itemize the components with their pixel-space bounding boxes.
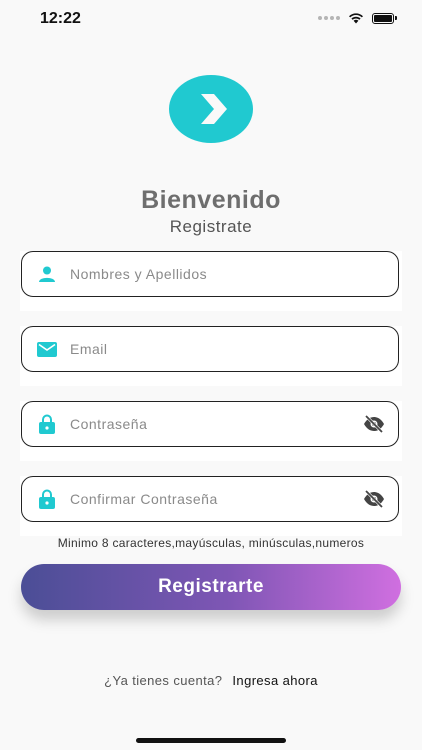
login-question: ¿Ya tienes cuenta? xyxy=(104,673,223,688)
name-field-container: Nombres y Apellidos xyxy=(20,251,402,311)
confirm-password-field-container: Confirmar Contraseña xyxy=(20,476,402,536)
password-field-container: Contraseña xyxy=(20,401,402,461)
email-input[interactable]: Email xyxy=(21,326,399,372)
login-link[interactable]: Ingresa ahora xyxy=(232,673,317,688)
register-button[interactable]: Registrarte xyxy=(21,564,401,610)
lock-icon xyxy=(36,488,58,510)
eye-off-icon[interactable] xyxy=(362,487,386,511)
full-name-placeholder: Nombres y Apellidos xyxy=(70,266,208,282)
wifi-icon xyxy=(349,13,363,24)
password-placeholder: Contraseña xyxy=(70,416,148,432)
confirm-password-input[interactable]: Confirmar Contraseña xyxy=(21,476,399,522)
page-subtitle: Registrate xyxy=(169,217,253,236)
status-bar: 12:22 xyxy=(0,0,422,40)
email-placeholder: Email xyxy=(70,341,108,357)
cellular-signal-icon xyxy=(318,16,340,20)
lock-icon xyxy=(36,413,58,435)
password-input[interactable]: Contraseña xyxy=(21,401,399,447)
home-indicator xyxy=(136,738,286,743)
user-icon xyxy=(36,263,58,285)
battery-icon xyxy=(372,12,397,24)
mail-icon xyxy=(36,338,58,360)
password-hint: Minimo 8 caracteres,mayúsculas, minúscul… xyxy=(57,536,365,550)
email-field-container: Email xyxy=(20,326,402,386)
login-prompt: ¿Ya tienes cuenta? Ingresa ahora xyxy=(0,673,422,688)
status-icons xyxy=(318,12,397,24)
app-logo xyxy=(169,75,253,143)
full-name-input[interactable]: Nombres y Apellidos xyxy=(21,251,399,297)
confirm-password-placeholder: Confirmar Contraseña xyxy=(70,491,218,507)
status-time: 12:22 xyxy=(40,10,81,27)
eye-off-icon[interactable] xyxy=(362,412,386,436)
page-title: Bienvenido xyxy=(141,186,281,214)
